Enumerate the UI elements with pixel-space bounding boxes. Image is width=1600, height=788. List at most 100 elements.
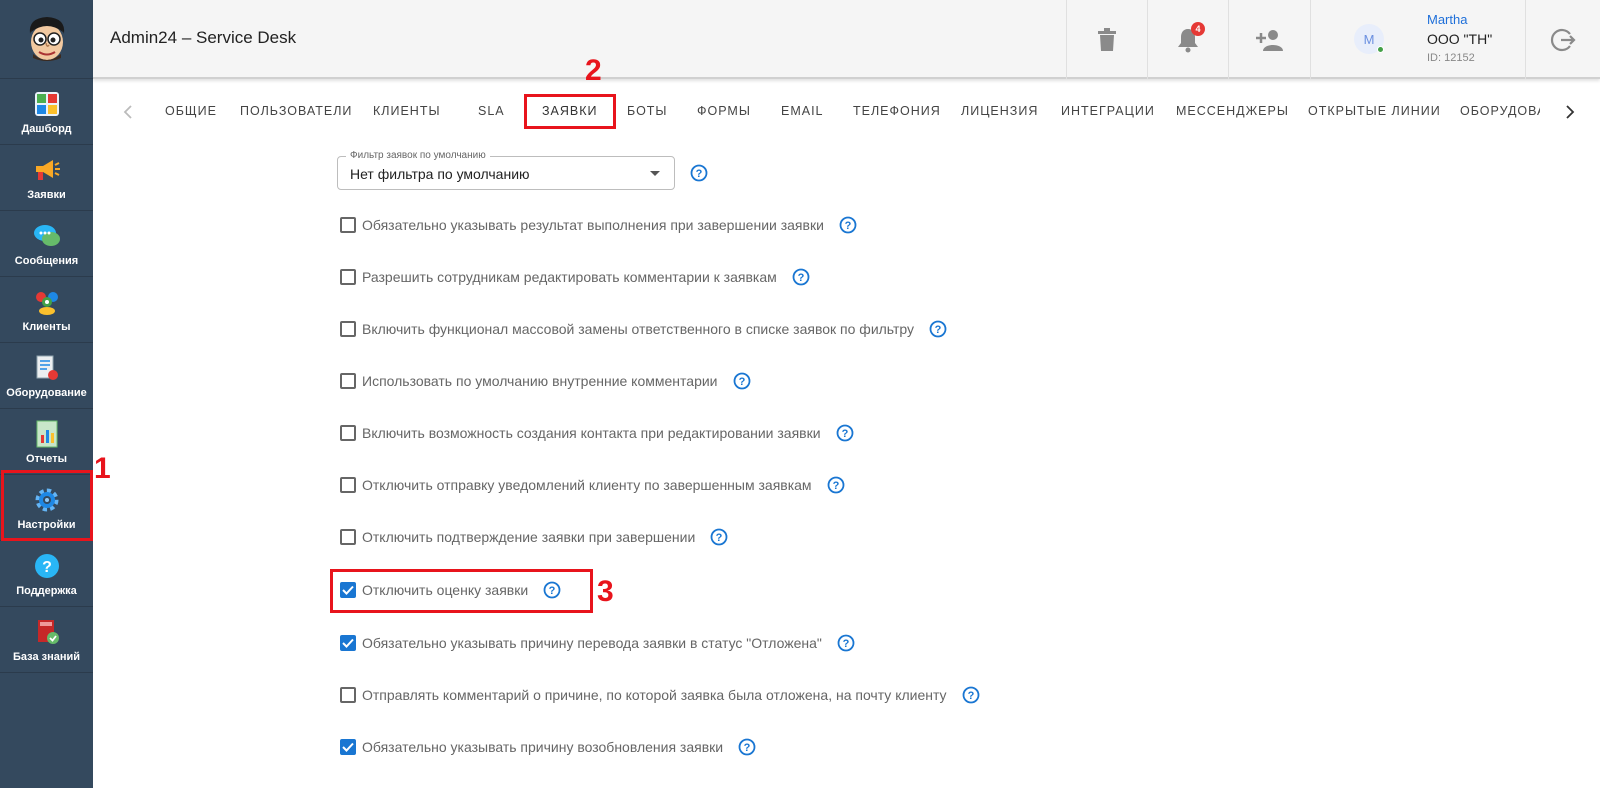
tab-forms[interactable]: ФОРМЫ [697, 104, 751, 118]
help-icon[interactable]: ? [836, 424, 854, 442]
sidebar-item-equipment[interactable]: Оборудование [0, 343, 93, 409]
option-row: Обязательно указывать причину возобновле… [340, 737, 756, 757]
tabs-scroll-left[interactable] [113, 92, 143, 132]
tab-messengers[interactable]: МЕССЕНДЖЕРЫ [1176, 104, 1289, 118]
top-header: Admin24 – Service Desk 4 M Martha ООО "Т… [93, 0, 1600, 79]
user-profile[interactable]: M Martha ООО "ТН" ID: 12152 [1310, 0, 1525, 79]
option-row: Обязательно указывать причину перевода з… [340, 633, 855, 653]
sidebar-item-label: Дашборд [21, 122, 72, 135]
tab-bots[interactable]: БОТЫ [627, 104, 668, 118]
checkbox[interactable] [340, 425, 356, 441]
checkbox[interactable] [340, 269, 356, 285]
checkbox[interactable] [340, 687, 356, 703]
notifications-button[interactable]: 4 [1147, 0, 1228, 79]
sidebar: Дашборд Заявки Сообщения Клиенты Оборудо… [0, 0, 93, 788]
help-icon[interactable]: ? [839, 216, 857, 234]
checkbox-checked[interactable] [340, 635, 356, 651]
tab-integrations[interactable]: ИНТЕГРАЦИИ [1061, 104, 1155, 118]
help-icon[interactable]: ? [792, 268, 810, 286]
people-icon [32, 287, 62, 317]
trash-button[interactable] [1066, 0, 1147, 79]
user-organization: ООО "ТН" [1427, 31, 1493, 47]
option-row: Отключить оценку заявки ? [340, 580, 561, 600]
sidebar-item-knowledge-base[interactable]: База знаний [0, 607, 93, 673]
option-label: Обязательно указывать результат выполнен… [362, 217, 824, 233]
help-icon[interactable]: ? [962, 686, 980, 704]
sidebar-item-label: База знаний [12, 650, 81, 663]
annotation-box-settings [1, 470, 93, 541]
help-icon[interactable]: ? [738, 738, 756, 756]
svg-text:?: ? [832, 480, 839, 492]
sidebar-item-clients[interactable]: Клиенты [0, 277, 93, 343]
tab-sla[interactable]: SLA [478, 104, 505, 118]
annotation-number-1: 1 [94, 452, 111, 485]
book-icon [32, 617, 62, 647]
option-row: Использовать по умолчанию внутренние ком… [340, 371, 751, 391]
sidebar-item-label: Оборудование [6, 386, 87, 399]
checkbox[interactable] [340, 321, 356, 337]
checkmark-icon [342, 585, 354, 595]
svg-text:?: ? [549, 585, 556, 597]
tab-license[interactable]: ЛИЦЕНЗИЯ [961, 104, 1038, 118]
svg-text:?: ? [845, 220, 852, 232]
trash-icon [1098, 27, 1116, 51]
online-status-dot [1377, 46, 1384, 53]
tab-clients[interactable]: КЛИЕНТЫ [373, 104, 441, 118]
tab-general[interactable]: ОБЩИЕ [165, 104, 217, 118]
help-icon[interactable]: ? [837, 634, 855, 652]
user-name[interactable]: Martha [1427, 12, 1467, 27]
checkbox[interactable] [340, 477, 356, 493]
svg-text:?: ? [744, 742, 751, 754]
annotation-number-3: 3 [597, 575, 614, 608]
checkbox-checked[interactable] [340, 582, 356, 598]
help-icon[interactable]: ? [690, 164, 708, 182]
tab-email[interactable]: EMAIL [781, 104, 824, 118]
checkbox[interactable] [340, 529, 356, 545]
svg-text:?: ? [967, 690, 974, 702]
add-user-button[interactable] [1228, 0, 1309, 79]
default-filter-select[interactable]: Фильтр заявок по умолчанию Нет фильтра п… [337, 150, 675, 190]
notification-badge: 4 [1191, 22, 1205, 36]
tab-users[interactable]: ПОЛЬЗОВАТЕЛИ [240, 104, 352, 118]
checkbox-checked[interactable] [340, 739, 356, 755]
sidebar-item-messages[interactable]: Сообщения [0, 211, 93, 277]
option-label: Отключить подтверждение заявки при завер… [362, 529, 696, 545]
help-icon[interactable]: ? [543, 581, 561, 599]
option-row: Включить функционал массовой замены отве… [340, 319, 947, 339]
sidebar-item-requests[interactable]: Заявки [0, 145, 93, 211]
svg-text:?: ? [935, 324, 942, 336]
question-icon: ? [32, 551, 62, 581]
sidebar-item-dashboard[interactable]: Дашборд [0, 79, 93, 145]
logo[interactable] [0, 0, 93, 79]
equipment-icon [32, 353, 62, 383]
user-id: ID: 12152 [1427, 52, 1475, 64]
option-label: Включить возможность создания контакта п… [362, 425, 821, 441]
help-icon[interactable]: ? [733, 372, 751, 390]
svg-text:?: ? [843, 638, 850, 650]
dashboard-icon [32, 89, 62, 119]
svg-text:?: ? [696, 168, 703, 180]
help-icon[interactable]: ? [929, 320, 947, 338]
tab-equipment[interactable]: ОБОРУДОВАН [1460, 104, 1540, 118]
chevron-left-icon [123, 105, 132, 119]
svg-text:?: ? [797, 272, 804, 284]
svg-text:?: ? [716, 532, 723, 544]
option-row: Обязательно указывать результат выполнен… [340, 215, 857, 235]
tab-open-lines[interactable]: ОТКРЫТЫЕ ЛИНИИ [1308, 104, 1441, 118]
app-title: Admin24 – Service Desk [110, 28, 297, 47]
tab-telephony[interactable]: ТЕЛЕФОНИЯ [853, 104, 941, 118]
option-label: Включить функционал массовой замены отве… [362, 321, 915, 337]
tabs-scroll-right[interactable] [1555, 92, 1585, 132]
option-row: Отключить отправку уведомлений клиенту п… [340, 475, 845, 495]
help-icon[interactable]: ? [710, 528, 728, 546]
help-icon[interactable]: ? [827, 476, 845, 494]
logout-button[interactable] [1525, 0, 1600, 79]
annotation-number-2: 2 [585, 54, 602, 87]
chevron-right-icon [1566, 105, 1575, 119]
settings-tabs: ОБЩИЕ ПОЛЬЗОВАТЕЛИ КЛИЕНТЫ SLA ЗАЯВКИ БО… [93, 92, 1600, 132]
checkbox[interactable] [340, 373, 356, 389]
checkbox[interactable] [340, 217, 356, 233]
dropdown-caret-icon [650, 171, 660, 176]
sidebar-item-support[interactable]: ? Поддержка [0, 541, 93, 607]
sidebar-item-reports[interactable]: Отчеты [0, 409, 93, 475]
